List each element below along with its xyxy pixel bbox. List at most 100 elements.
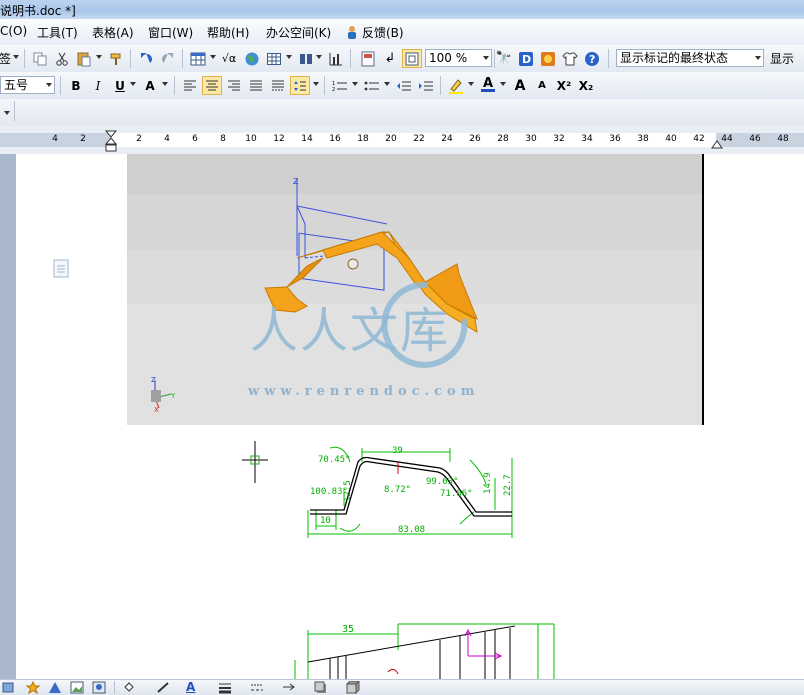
menu-tools[interactable]: 工具(T) bbox=[37, 24, 78, 41]
3d-style-icon[interactable] bbox=[346, 681, 360, 694]
line-spacing-icon[interactable] bbox=[290, 76, 310, 95]
chevron-down-icon[interactable] bbox=[46, 83, 52, 87]
paste-icon[interactable] bbox=[74, 49, 94, 68]
copy-icon[interactable] bbox=[30, 49, 50, 68]
ruler-tick-label: 20 bbox=[385, 134, 397, 144]
paragraph-marks-icon[interactable]: ↲ bbox=[380, 49, 400, 68]
insert-picture-icon[interactable] bbox=[70, 681, 84, 694]
font-color-swatch bbox=[481, 89, 495, 92]
align-left-icon[interactable] bbox=[180, 76, 200, 95]
chevron-down-icon[interactable] bbox=[755, 56, 761, 60]
star-icon[interactable] bbox=[26, 681, 40, 694]
bold-button[interactable]: B bbox=[66, 76, 86, 95]
undo-icon[interactable] bbox=[136, 49, 156, 68]
title-bar: 说明书.doc *] bbox=[0, 0, 804, 19]
chevron-down-icon[interactable] bbox=[210, 55, 216, 59]
indent-marker-icon[interactable] bbox=[105, 130, 117, 154]
shadow-icon[interactable] bbox=[314, 681, 328, 694]
chevron-down-icon[interactable] bbox=[483, 56, 489, 60]
chevron-down-icon[interactable] bbox=[468, 82, 474, 86]
columns-icon[interactable] bbox=[296, 49, 316, 68]
chevron-down-icon[interactable] bbox=[313, 82, 319, 86]
redo-icon[interactable] bbox=[158, 49, 178, 68]
cut-icon[interactable] bbox=[52, 49, 72, 68]
chevron-down-icon[interactable] bbox=[286, 55, 292, 59]
shirt-icon[interactable] bbox=[560, 49, 580, 68]
bullets-icon[interactable] bbox=[362, 76, 382, 95]
font-size-combo[interactable]: 五号 bbox=[0, 76, 55, 94]
fill-color-icon[interactable] bbox=[122, 681, 136, 694]
decrease-indent-icon[interactable] bbox=[394, 76, 414, 95]
menu-feedback[interactable]: 反馈(B) bbox=[345, 24, 404, 41]
insert-table-icon[interactable] bbox=[188, 49, 208, 68]
arrow-style-icon[interactable] bbox=[282, 681, 296, 694]
research-icon[interactable]: 🔭 bbox=[494, 49, 514, 68]
shrink-font-button[interactable]: A bbox=[532, 76, 552, 95]
horizontal-ruler[interactable]: 4 2 2 4 6 8 10 12 14 16 18 20 22 24 26 28 30 32 34 36 38 40 42… bbox=[0, 126, 804, 155]
justify-icon[interactable] bbox=[246, 76, 266, 95]
cad-drawing-section[interactable]: 35 bbox=[290, 620, 560, 679]
dim-39: 39 bbox=[392, 446, 403, 456]
menu-office-space[interactable]: 办公空间(K) bbox=[266, 24, 331, 41]
ruler-tick-label: 18 bbox=[357, 134, 369, 144]
right-indent-marker-icon[interactable] bbox=[711, 139, 723, 149]
clipart-icon[interactable] bbox=[92, 681, 106, 694]
globe-icon[interactable] bbox=[242, 49, 262, 68]
ruler-tick-label: 4 bbox=[164, 134, 170, 144]
template-icon[interactable] bbox=[538, 49, 558, 68]
font-color-button[interactable]: A bbox=[478, 76, 498, 95]
dim-35: 35 bbox=[342, 624, 354, 635]
align-right-icon[interactable] bbox=[224, 76, 244, 95]
chevron-down-icon[interactable] bbox=[4, 111, 10, 115]
table-grid-icon[interactable] bbox=[264, 49, 284, 68]
chevron-down-icon[interactable] bbox=[13, 55, 19, 59]
shapes-icon[interactable] bbox=[2, 681, 16, 694]
ruler-tick-label: 12 bbox=[273, 134, 285, 144]
chevron-down-icon[interactable] bbox=[96, 55, 102, 59]
highlight-icon[interactable] bbox=[446, 76, 466, 95]
underline-button[interactable]: U bbox=[110, 76, 130, 95]
numbering-icon[interactable]: 12 bbox=[330, 76, 350, 95]
track-changes-combo[interactable]: 显示标记的最终状态 bbox=[616, 49, 764, 67]
dash-style-icon[interactable] bbox=[250, 681, 264, 694]
font-color-draw-button[interactable]: A bbox=[186, 681, 200, 694]
menu-format[interactable]: C(O) bbox=[0, 24, 27, 38]
wps-d-icon[interactable]: D bbox=[516, 49, 536, 68]
chevron-down-icon[interactable] bbox=[316, 55, 322, 59]
menu-help[interactable]: 帮助(H) bbox=[207, 24, 249, 41]
grow-font-button[interactable]: A bbox=[510, 76, 530, 95]
chevron-down-icon[interactable] bbox=[130, 82, 136, 86]
toolbar-separator bbox=[130, 49, 131, 68]
ruler-tick-label: 28 bbox=[497, 134, 509, 144]
formula-icon[interactable]: √α bbox=[220, 49, 238, 68]
chevron-down-icon[interactable] bbox=[162, 82, 168, 86]
cad-dimension-text: 39 70.45° 100.83° 12.5 8.72° 99.63° 71.6… bbox=[310, 446, 513, 535]
help-icon[interactable]: ? bbox=[582, 49, 602, 68]
chevron-down-icon[interactable] bbox=[384, 82, 390, 86]
subscript-button[interactable]: X₂ bbox=[576, 76, 596, 95]
toolbar-separator bbox=[324, 76, 325, 95]
italic-button[interactable]: I bbox=[88, 76, 108, 95]
drawing-icon[interactable] bbox=[326, 49, 346, 68]
menu-window[interactable]: 窗口(W) bbox=[148, 24, 193, 41]
distribute-icon[interactable] bbox=[268, 76, 288, 95]
format-painter-icon[interactable] bbox=[106, 49, 126, 68]
show-menu-button[interactable]: 显示 bbox=[770, 49, 804, 68]
document-area[interactable]: Z Z Y X 人人文库 www.renrendoc.com 39 70.45°… bbox=[0, 154, 804, 679]
dim-10: 10 bbox=[320, 516, 331, 526]
char-shading-icon[interactable]: A bbox=[140, 76, 160, 95]
align-center-icon[interactable] bbox=[202, 76, 222, 95]
chevron-down-icon[interactable] bbox=[500, 82, 506, 86]
line-color-icon[interactable] bbox=[156, 681, 170, 694]
line-style-icon[interactable] bbox=[218, 681, 232, 694]
zoom-combo[interactable]: 100 % bbox=[425, 49, 492, 67]
superscript-button[interactable]: X² bbox=[554, 76, 574, 95]
show-hide-icon[interactable] bbox=[402, 49, 422, 68]
wordart-icon[interactable] bbox=[48, 681, 62, 694]
style-fragment[interactable]: 签 bbox=[0, 49, 12, 68]
cad-drawing-profile[interactable]: 39 70.45° 100.83° 12.5 8.72° 99.63° 71.6… bbox=[300, 440, 520, 542]
document-map-icon[interactable] bbox=[358, 49, 378, 68]
menu-table[interactable]: 表格(A) bbox=[92, 24, 134, 41]
chevron-down-icon[interactable] bbox=[352, 82, 358, 86]
increase-indent-icon[interactable] bbox=[416, 76, 436, 95]
